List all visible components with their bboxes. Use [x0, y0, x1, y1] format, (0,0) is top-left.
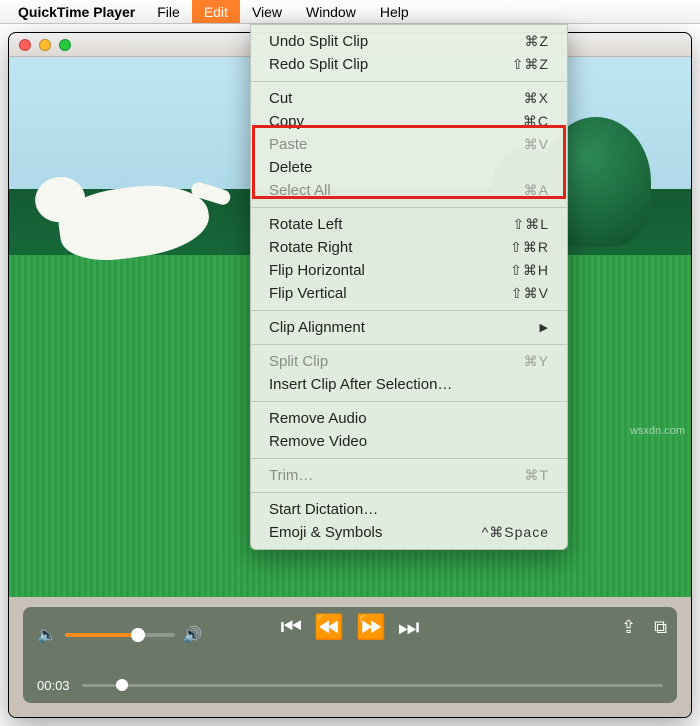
menu-item-label: Emoji & Symbols — [269, 524, 382, 541]
menu-item-label: Remove Video — [269, 433, 367, 450]
transport-controls: ⏮ ⏪ ⏩ ⏭ — [281, 613, 420, 642]
menu-item-delete[interactable]: Delete — [251, 156, 567, 179]
menu-edit[interactable]: Edit — [192, 0, 240, 23]
submenu-arrow-icon: ▶ — [540, 321, 549, 334]
watermark-text: wsxdn.com — [630, 425, 685, 437]
menu-item-shortcut: ⌘X — [524, 90, 549, 107]
menu-view[interactable]: View — [240, 0, 294, 23]
menu-item-label: Delete — [269, 159, 312, 176]
current-time-label: 00:03 — [37, 678, 70, 693]
menu-item-rotate-left[interactable]: Rotate Left ⇧⌘L — [251, 213, 567, 236]
menu-item-cut[interactable]: Cut ⌘X — [251, 87, 567, 110]
menu-item-label: Flip Vertical — [269, 285, 347, 302]
menu-item-remove-video[interactable]: Remove Video — [251, 430, 567, 453]
menu-item-label: Trim… — [269, 467, 313, 484]
scrubber-knob[interactable] — [116, 679, 128, 691]
menu-item-flip-vertical[interactable]: Flip Vertical ⇧⌘V — [251, 282, 567, 305]
menu-item-shortcut: ^⌘Space — [482, 524, 549, 541]
menu-separator — [251, 344, 567, 345]
scrubber[interactable] — [82, 684, 663, 687]
menu-item-label: Cut — [269, 90, 292, 107]
menu-file[interactable]: File — [145, 0, 192, 23]
volume-knob[interactable] — [131, 628, 145, 642]
menu-separator — [251, 401, 567, 402]
app-menu[interactable]: QuickTime Player — [8, 0, 145, 23]
menu-item-label: Select All — [269, 182, 331, 199]
system-menubar: QuickTime Player File Edit View Window H… — [0, 0, 700, 24]
menu-item-label: Clip Alignment — [269, 319, 365, 336]
menu-separator — [251, 492, 567, 493]
menu-item-label: Flip Horizontal — [269, 262, 365, 279]
share-button[interactable]: ⇪ — [621, 617, 636, 638]
menu-separator — [251, 458, 567, 459]
menu-item-label: Copy — [269, 113, 304, 130]
minimize-icon[interactable] — [39, 39, 51, 51]
menu-separator — [251, 310, 567, 311]
menu-item-remove-audio[interactable]: Remove Audio — [251, 407, 567, 430]
menu-item-redo-split-clip[interactable]: Redo Split Clip ⇧⌘Z — [251, 53, 567, 76]
menu-item-paste: Paste ⌘V — [251, 133, 567, 156]
menu-item-insert-clip-after-selection[interactable]: Insert Clip After Selection… — [251, 373, 567, 396]
menu-item-label: Paste — [269, 136, 307, 153]
menu-item-label: Split Clip — [269, 353, 328, 370]
skip-forward-button[interactable]: ⏭ — [398, 614, 420, 642]
menu-item-label: Rotate Right — [269, 239, 352, 256]
menu-item-emoji-symbols[interactable]: Emoji & Symbols ^⌘Space — [251, 521, 567, 544]
menu-window[interactable]: Window — [294, 0, 368, 23]
menu-item-shortcut: ⇧⌘Z — [512, 56, 549, 73]
menu-item-undo-split-clip[interactable]: Undo Split Clip ⌘Z — [251, 30, 567, 53]
menu-item-label: Start Dictation… — [269, 501, 378, 518]
menu-item-label: Insert Clip After Selection… — [269, 376, 452, 393]
close-icon[interactable] — [19, 39, 31, 51]
menu-item-flip-horizontal[interactable]: Flip Horizontal ⇧⌘H — [251, 259, 567, 282]
menu-item-split-clip: Split Clip ⌘Y — [251, 350, 567, 373]
volume-slider[interactable] — [65, 633, 175, 637]
skip-back-button[interactable]: ⏮ — [281, 614, 303, 642]
volume-high-icon[interactable]: 🔊 — [183, 625, 203, 645]
player-controls: 🔈 🔊 ⏮ ⏪ ⏩ ⏭ ⇪ ⧉ 00:03 — [23, 607, 677, 703]
menu-item-copy[interactable]: Copy ⌘C — [251, 110, 567, 133]
rewind-button[interactable]: ⏪ — [314, 613, 344, 642]
menu-item-trim: Trim… ⌘T — [251, 464, 567, 487]
edit-dropdown: Undo Split Clip ⌘Z Redo Split Clip ⇧⌘Z Cut ⌘X… — [250, 24, 568, 550]
forward-button[interactable]: ⏩ — [356, 613, 386, 642]
pip-button[interactable]: ⧉ — [654, 617, 667, 638]
menu-separator — [251, 81, 567, 82]
menu-help[interactable]: Help — [368, 0, 421, 23]
menu-item-start-dictation[interactable]: Start Dictation… — [251, 498, 567, 521]
menu-item-shortcut: ⇧⌘L — [512, 216, 549, 233]
menu-item-shortcut: ⌘A — [524, 182, 549, 199]
menu-item-rotate-right[interactable]: Rotate Right ⇧⌘R — [251, 236, 567, 259]
volume-low-icon[interactable]: 🔈 — [37, 625, 57, 645]
menu-item-label: Undo Split Clip — [269, 33, 368, 50]
menu-item-shortcut: ⌘Z — [524, 33, 549, 50]
menu-item-label: Remove Audio — [269, 410, 367, 427]
menu-item-shortcut: ⇧⌘H — [510, 262, 549, 279]
menu-item-shortcut: ⌘C — [523, 113, 549, 130]
menu-separator — [251, 207, 567, 208]
menu-item-shortcut: ⌘T — [524, 467, 549, 484]
menu-item-clip-alignment[interactable]: Clip Alignment ▶ — [251, 316, 567, 339]
menu-item-shortcut: ⌘V — [524, 136, 549, 153]
menu-item-shortcut: ⇧⌘V — [511, 285, 549, 302]
menu-item-shortcut: ⌘Y — [524, 353, 549, 370]
menu-item-label: Redo Split Clip — [269, 56, 368, 73]
menu-item-label: Rotate Left — [269, 216, 342, 233]
menu-item-shortcut: ⇧⌘R — [510, 239, 549, 256]
menu-item-select-all: Select All ⌘A — [251, 179, 567, 202]
maximize-icon[interactable] — [59, 39, 71, 51]
